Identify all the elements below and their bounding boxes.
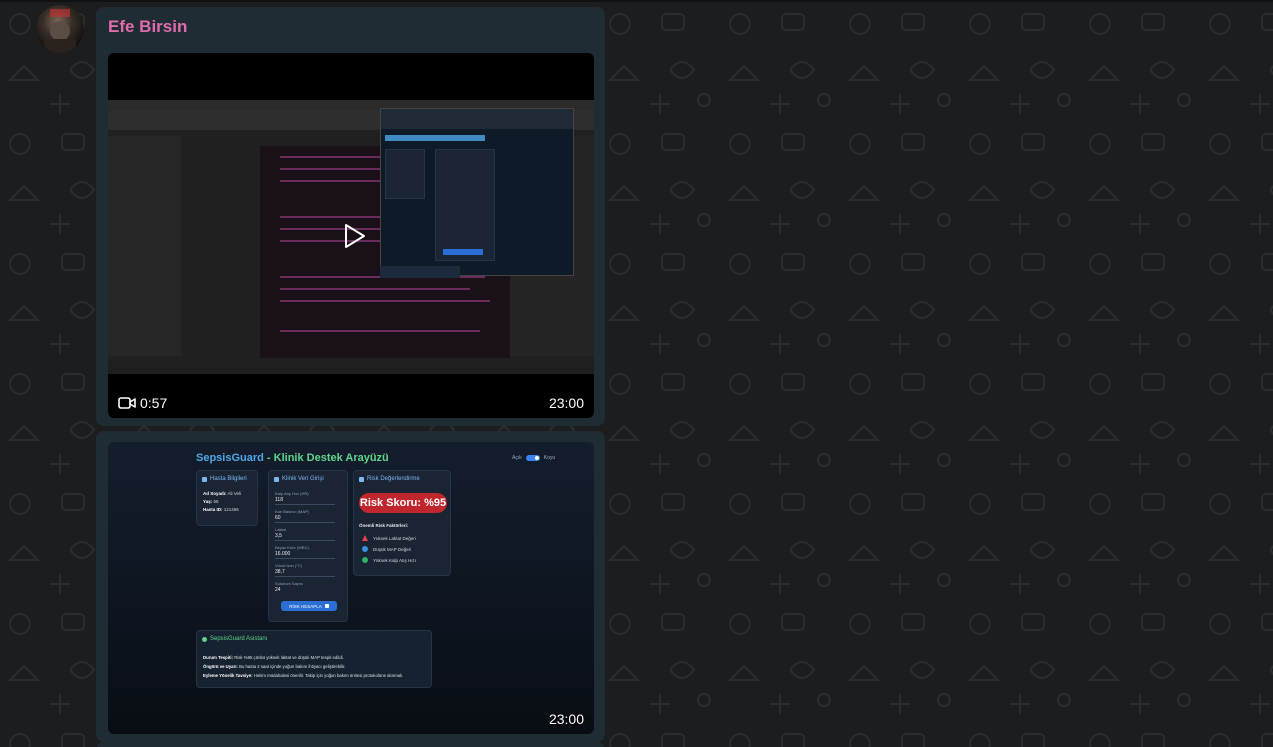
patient-card: Hasta Bilgileri Ad Soyadı: Ali Veli Yaş:… <box>196 470 258 526</box>
risk-card: Risk Değerlendirme Risk Skoru: %95 Öneml… <box>353 470 451 576</box>
assistant-icon <box>202 636 207 642</box>
warning-icon <box>362 535 368 541</box>
chart-icon <box>359 476 364 482</box>
toggle-switch <box>525 455 540 461</box>
form-icon <box>274 476 279 482</box>
check-icon <box>362 557 368 563</box>
message-time: 23:00 <box>548 395 584 411</box>
video-duration: 0:57 <box>118 395 167 411</box>
chat-panel: Efe Birsin 0:57 23:00 SepsisGuard - Klin… <box>0 0 1273 747</box>
message-bubble-video: Efe Birsin 0:57 23:00 <box>96 7 605 426</box>
calculate-risk-button: RİSK HESAPLA <box>281 601 337 611</box>
video-camera-icon <box>118 397 136 409</box>
message-bubble-next <box>96 742 605 747</box>
header-divider <box>0 0 1273 2</box>
video-thumbnail[interactable]: 0:57 23:00 <box>108 53 594 418</box>
message-bubble-image: SepsisGuard - Klinik Destek Arayüzü Açık… <box>96 431 605 742</box>
risk-score-badge: Risk Skoru: %95 <box>359 493 447 513</box>
user-icon <box>202 476 207 482</box>
play-icon[interactable] <box>338 221 368 251</box>
image-thumbnail[interactable]: SepsisGuard - Klinik Destek Arayüzü Açık… <box>108 442 594 734</box>
message-time: 23:00 <box>548 711 584 727</box>
info-icon <box>362 546 368 552</box>
app-title: SepsisGuard - Klinik Destek Arayüzü <box>196 452 389 464</box>
theme-toggle: Açık Koyu <box>512 455 556 461</box>
assistant-card: SepsisGuard Asistanı Durum Tespiti: Risk… <box>196 630 432 688</box>
duration-text: 0:57 <box>140 395 168 411</box>
clinical-data-card: Klinik Veri Girişi Kalp Atış Hızı (HR) 1… <box>268 470 348 622</box>
sender-name[interactable]: Efe Birsin <box>108 17 187 37</box>
avatar[interactable] <box>36 5 84 53</box>
